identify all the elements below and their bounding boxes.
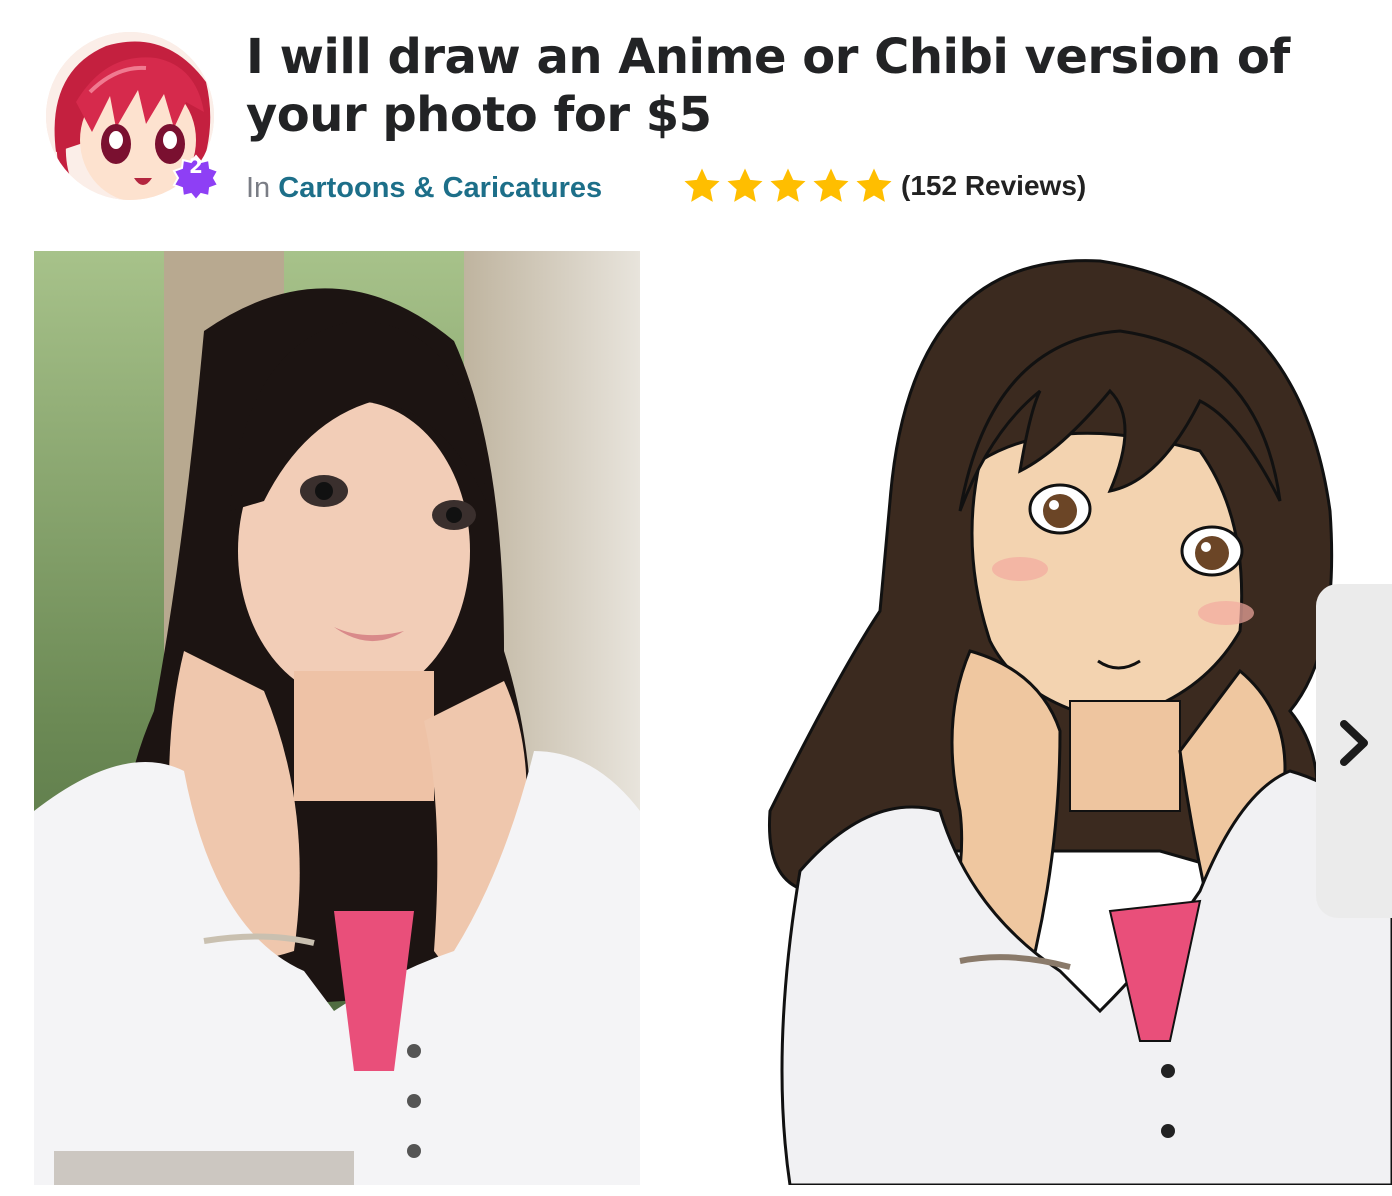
star-icon (770, 168, 806, 202)
anime-drawing-image (640, 251, 1392, 1185)
gallery-photo-original (34, 251, 640, 1185)
photo-image (34, 251, 640, 1185)
category-line: In Cartoons & Caricatures (246, 172, 602, 205)
rating-summary[interactable]: (152 Reviews) (682, 166, 1086, 206)
star-icon (856, 168, 892, 202)
gallery-next-button[interactable] (1316, 584, 1392, 918)
seller-level-badge: 2 (172, 154, 220, 202)
reviews-count: (152 Reviews) (901, 170, 1087, 201)
gig-gallery[interactable] (34, 251, 1392, 1185)
gig-header: 2 I will draw an Anime or Chibi version … (0, 0, 1392, 240)
category-link[interactable]: Cartoons & Caricatures (278, 172, 602, 204)
chevron-right-icon (1340, 720, 1368, 766)
star-icon (813, 168, 849, 202)
gig-title: I will draw an Anime or Chibi version of… (246, 29, 1290, 143)
gallery-anime-drawing (640, 251, 1392, 1185)
star-icon (727, 168, 763, 202)
category-prefix: In (246, 172, 271, 204)
seller-level-number: 2 (189, 154, 203, 178)
star-icon (684, 168, 720, 202)
